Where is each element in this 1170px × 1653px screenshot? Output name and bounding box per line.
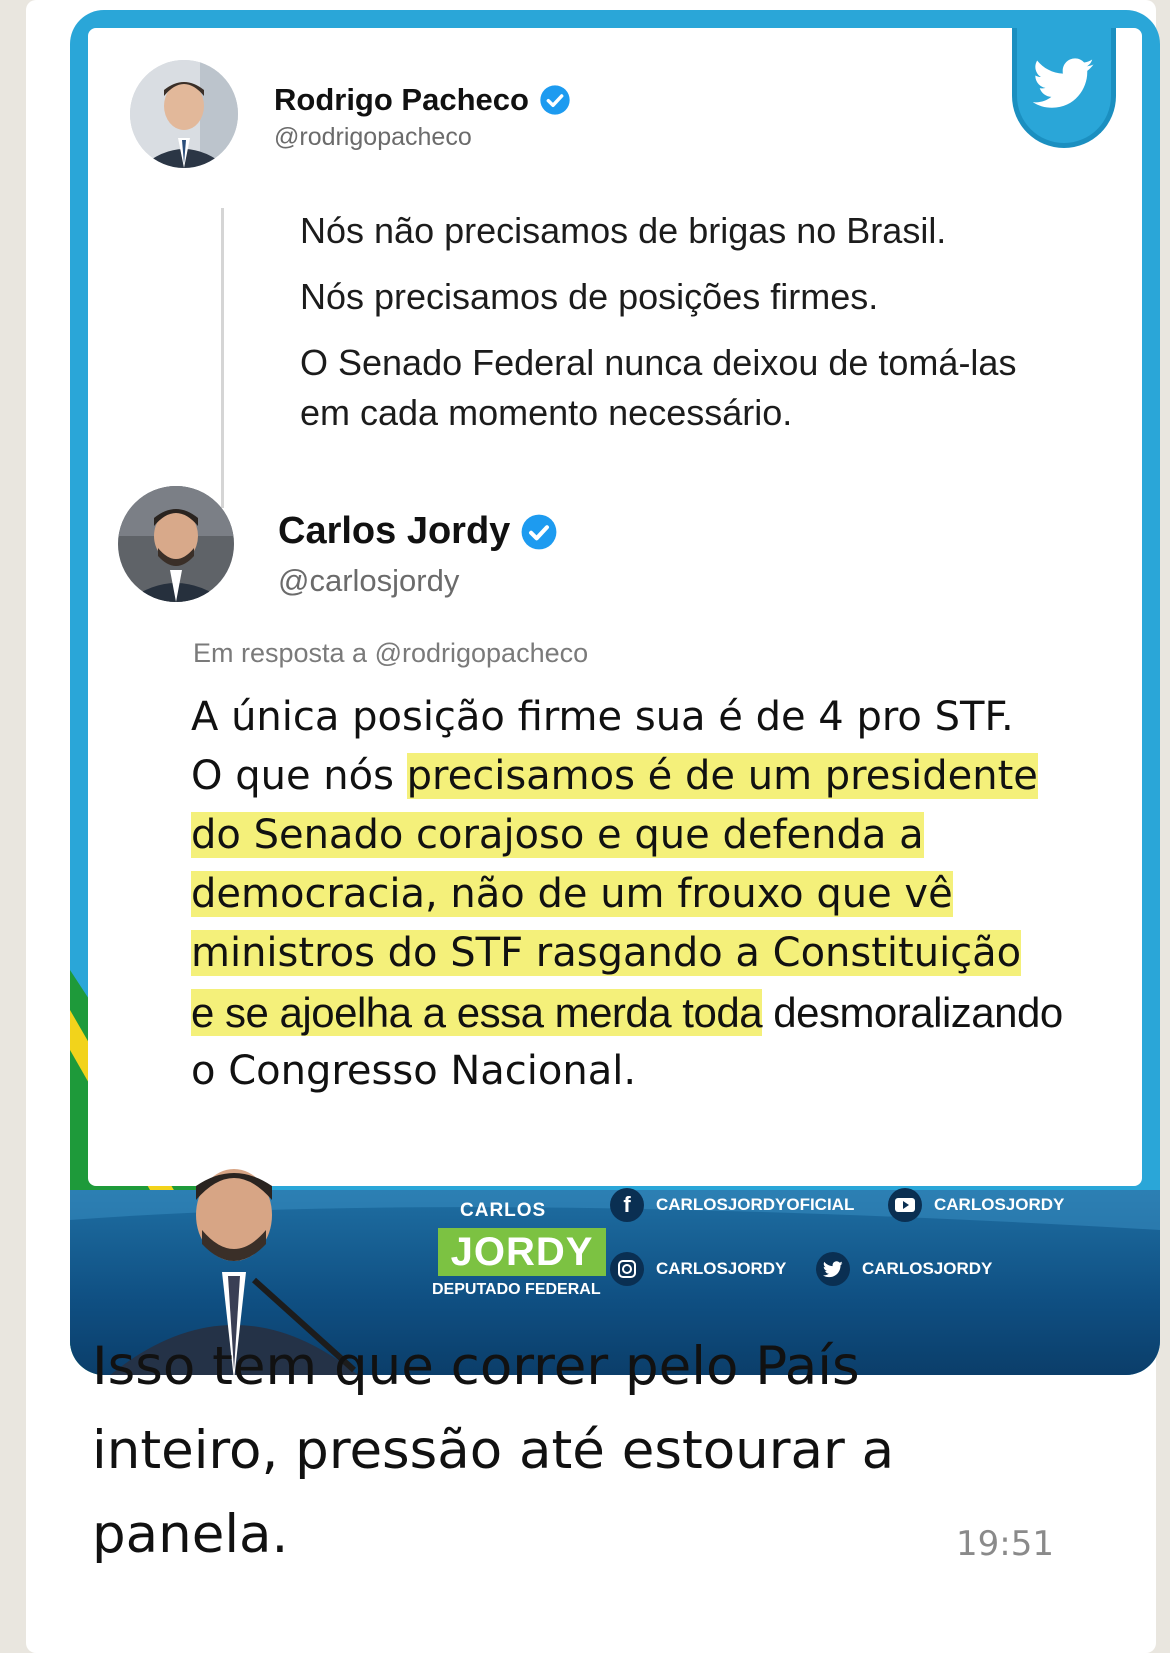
tweet1-handle[interactable]: @rodrigopacheco [274,123,472,152]
tweet2-text-line: ministros do STF rasgando a Constituição [191,924,1121,983]
avatar-carlos-jordy[interactable] [118,486,234,602]
tweet2-text-line: e se ajoelha a essa merda toda desmorali… [191,983,1121,1042]
highlighted-text: democracia, não de um frouxo que vê [191,871,953,917]
tweet2-text-line: o Congresso Nacional. [191,1048,637,1094]
social-facebook: f CARLOSJORDYOFICIAL [610,1188,854,1222]
instagram-icon [610,1252,644,1286]
youtube-icon [888,1188,922,1222]
twitter-icon [816,1252,850,1286]
avatar-rodrigo-pacheco[interactable] [130,60,238,168]
shared-image-card[interactable]: Rodrigo Pacheco @rodrigopacheco Nós não … [70,10,1160,1375]
caption-line: Isso tem que correr pelo País [92,1336,860,1397]
tweet1-text-line: O Senado Federal nunca deixou de tomá-la… [300,342,1017,383]
twitter-bird-icon [1033,57,1094,108]
social-youtube: CARLOSJORDY [888,1188,1064,1222]
tweet1-text-line: Nós não precisamos de brigas no Brasil. [300,210,947,251]
reply-to-label: Em resposta a @rodrigopacheco [193,638,589,668]
plain-text: O que nós [191,753,407,799]
person-portrait-icon [118,486,234,602]
tweet2-text: A única posição firme sua é de 4 pro STF… [191,688,1121,1101]
social-label: CARLOSJORDYOFICIAL [656,1195,855,1214]
tweet-screenshot: Rodrigo Pacheco @rodrigopacheco Nós não … [88,28,1142,1186]
caption-line: panela. [92,1504,289,1565]
tweet2-text-line: democracia, não de um frouxo que vê [191,865,1121,924]
chat-message-bubble[interactable]: Rodrigo Pacheco @rodrigopacheco Nós não … [26,0,1160,1653]
message-timestamp: 19:51 [956,1524,1054,1564]
author-name-text: Rodrigo Pacheco [274,82,529,117]
tweet1-text-line: Nós precisamos de posições firmes. [300,276,879,317]
verified-badge-icon [521,514,557,549]
author-name-text: Carlos Jordy [278,510,511,552]
highlighted-text: do Senado corajoso e que defenda a [191,812,924,858]
social-twitter: CARLOSJORDY [816,1252,992,1286]
verified-badge-icon [540,85,570,115]
caption-line: inteiro, pressão até estourar a [92,1420,895,1481]
tweet2-text-line: O que nós precisamos é de um presidente [191,747,1121,806]
thread-connector-line [221,208,224,508]
person-portrait-icon [130,60,238,168]
social-instagram: CARLOSJORDY [610,1252,786,1286]
highlighted-text: precisamos é de um presidente [406,753,1038,799]
tweet1-author-name[interactable]: Rodrigo Pacheco [274,82,571,118]
highlighted-text: e se ajoelha a essa merda toda [191,989,763,1036]
social-label: CARLOSJORDY [862,1259,993,1278]
highlighted-text: ministros do STF rasgando a Constituição [191,930,1022,976]
tweet2-handle[interactable]: @carlosjordy [278,563,459,599]
plain-text: desmoralizando [762,989,1063,1036]
brand-role: DEPUTADO FEDERAL [432,1281,601,1298]
social-label: CARLOSJORDY [656,1259,787,1278]
social-label: CARLOSJORDY [934,1195,1065,1214]
tweet1-text-line: em cada momento necessário. [300,392,793,433]
message-caption: Isso tem que correr pelo País inteiro, p… [92,1325,992,1577]
tweet2-text-line: do Senado corajoso e que defenda a [191,806,1121,865]
facebook-icon: f [610,1188,644,1222]
brand-first-name: CARLOS [460,1200,547,1221]
tweet2-text-line: A única posição firme sua é de 4 pro STF… [191,694,1014,740]
brand-last-name: JORDY [438,1228,606,1276]
tweet2-author-name[interactable]: Carlos Jordy [278,510,558,553]
twitter-badge [1012,28,1116,148]
